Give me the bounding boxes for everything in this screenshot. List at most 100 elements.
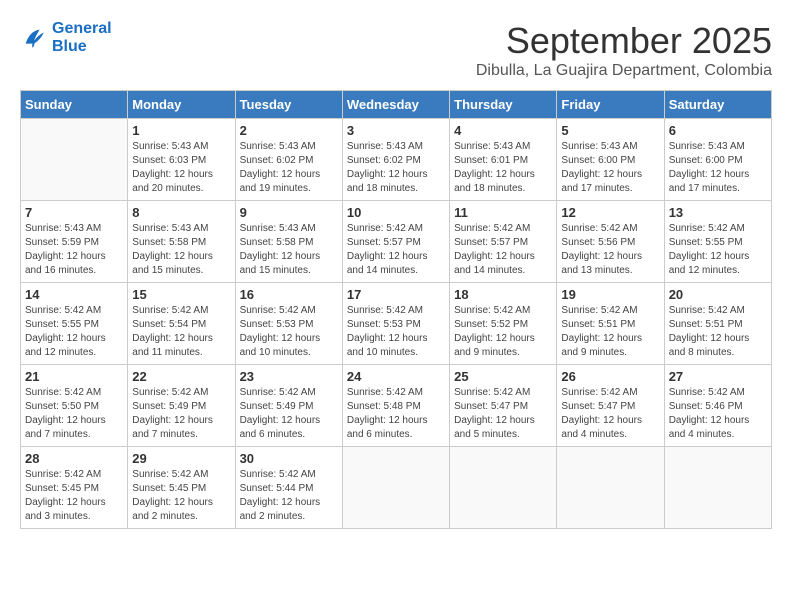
calendar-cell: 18 Sunrise: 5:42 AMSunset: 5:52 PMDayligh… (450, 283, 557, 365)
logo-text: General Blue (52, 20, 112, 56)
calendar-cell: 9Sunrise: 5:43 AMSunset: 5:58 PMDaylight… (235, 201, 342, 283)
day-info: Sunrise: 5:43 AMSunset: 6:02 PMDaylight:… (347, 140, 445, 196)
calendar-cell: 6 Sunrise: 5:43 AMSunset: 6:00 PMDaylight… (664, 119, 771, 201)
weekday-header: Monday (128, 91, 235, 119)
calendar-cell: 20Sunrise: 5:42 AMSunset: 5:51 PMDayligh… (664, 283, 771, 365)
day-number: 16 (240, 287, 338, 302)
day-info: Sunrise: 5:42 AMSunset: 5:55 PMDaylight:… (669, 222, 767, 278)
day-info: Sunrise: 5:42 AMSunset: 5:45 PMDaylight:… (132, 468, 230, 524)
calendar-cell (557, 447, 664, 529)
calendar-cell (342, 447, 449, 529)
calendar-cell: 7Sunrise: 5:43 AMSunset: 5:59 PMDaylight… (21, 201, 128, 283)
location-subtitle: Dibulla, La Guajira Department, Colombia (476, 62, 772, 80)
day-info: Sunrise: 5:42 AMSunset: 5:49 PMDaylight:… (240, 386, 338, 442)
day-number: 10 (347, 205, 445, 220)
calendar-cell: 19 Sunrise: 5:42 AMSunset: 5:51 PMDayligh… (557, 283, 664, 365)
day-info: Sunrise: 5:42 AMSunset: 5:57 PMDaylight:… (347, 222, 445, 278)
calendar-cell: 12 Sunrise: 5:42 AMSunset: 5:56 PMDayligh… (557, 201, 664, 283)
calendar-cell: 14 Sunrise: 5:42 AMSunset: 5:55 PMDayligh… (21, 283, 128, 365)
calendar-week-row: 21Sunrise: 5:42 AMSunset: 5:50 PMDayligh… (21, 365, 772, 447)
calendar-cell: 22 Sunrise: 5:42 AMSunset: 5:49 PMDayligh… (128, 365, 235, 447)
day-number: 30 (240, 451, 338, 466)
day-info: Sunrise: 5:42 AMSunset: 5:56 PMDaylight:… (561, 222, 659, 278)
day-number: 14 (25, 287, 123, 302)
day-number: 18 (454, 287, 552, 302)
calendar-cell: 5 Sunrise: 5:43 AMSunset: 6:00 PMDaylight… (557, 119, 664, 201)
day-number: 3 (347, 123, 445, 138)
day-info: Sunrise: 5:42 AMSunset: 5:51 PMDaylight:… (561, 304, 659, 360)
day-number: 29 (132, 451, 230, 466)
calendar-cell: 21Sunrise: 5:42 AMSunset: 5:50 PMDayligh… (21, 365, 128, 447)
calendar-cell: 23 Sunrise: 5:42 AMSunset: 5:49 PMDayligh… (235, 365, 342, 447)
calendar-week-row: 7Sunrise: 5:43 AMSunset: 5:59 PMDaylight… (21, 201, 772, 283)
weekday-header-row: SundayMondayTuesdayWednesdayThursdayFrid… (21, 91, 772, 119)
calendar-week-row: 28 Sunrise: 5:42 AMSunset: 5:45 PMDayligh… (21, 447, 772, 529)
day-info: Sunrise: 5:43 AMSunset: 6:00 PMDaylight:… (561, 140, 659, 196)
day-info: Sunrise: 5:42 AMSunset: 5:48 PMDaylight:… (347, 386, 445, 442)
day-info: Sunrise: 5:43 AMSunset: 6:01 PMDaylight:… (454, 140, 552, 196)
title-section: September 2025 Dibulla, La Guajira Depar… (476, 20, 772, 80)
day-info: Sunrise: 5:42 AMSunset: 5:49 PMDaylight:… (132, 386, 230, 442)
weekday-header: Wednesday (342, 91, 449, 119)
month-title: September 2025 (476, 20, 772, 62)
logo-icon (20, 24, 48, 52)
day-info: Sunrise: 5:42 AMSunset: 5:50 PMDaylight:… (25, 386, 123, 442)
header: General Blue September 2025 Dibulla, La … (20, 20, 772, 80)
day-number: 1 (132, 123, 230, 138)
calendar-cell: 10 Sunrise: 5:42 AMSunset: 5:57 PMDayligh… (342, 201, 449, 283)
calendar-cell (664, 447, 771, 529)
day-number: 19 (561, 287, 659, 302)
day-number: 6 (669, 123, 767, 138)
calendar-cell: 8 Sunrise: 5:43 AMSunset: 5:58 PMDaylight… (128, 201, 235, 283)
weekday-header: Tuesday (235, 91, 342, 119)
weekday-header: Friday (557, 91, 664, 119)
calendar-cell: 25 Sunrise: 5:42 AMSunset: 5:47 PMDayligh… (450, 365, 557, 447)
calendar-cell: 3 Sunrise: 5:43 AMSunset: 6:02 PMDaylight… (342, 119, 449, 201)
calendar-cell: 11Sunrise: 5:42 AMSunset: 5:57 PMDayligh… (450, 201, 557, 283)
day-number: 11 (454, 205, 552, 220)
day-number: 20 (669, 287, 767, 302)
day-number: 12 (561, 205, 659, 220)
weekday-header: Thursday (450, 91, 557, 119)
day-info: Sunrise: 5:43 AMSunset: 5:59 PMDaylight:… (25, 222, 123, 278)
day-number: 25 (454, 369, 552, 384)
day-info: Sunrise: 5:43 AMSunset: 5:58 PMDaylight:… (132, 222, 230, 278)
day-number: 13 (669, 205, 767, 220)
day-info: Sunrise: 5:42 AMSunset: 5:45 PMDaylight:… (25, 468, 123, 524)
day-number: 5 (561, 123, 659, 138)
calendar-cell: 1 Sunrise: 5:43 AMSunset: 6:03 PMDaylight… (128, 119, 235, 201)
calendar-cell: 15 Sunrise: 5:42 AMSunset: 5:54 PMDayligh… (128, 283, 235, 365)
day-info: Sunrise: 5:42 AMSunset: 5:47 PMDaylight:… (561, 386, 659, 442)
day-info: Sunrise: 5:42 AMSunset: 5:55 PMDaylight:… (25, 304, 123, 360)
day-number: 26 (561, 369, 659, 384)
calendar-cell (21, 119, 128, 201)
day-info: Sunrise: 5:42 AMSunset: 5:46 PMDaylight:… (669, 386, 767, 442)
day-info: Sunrise: 5:42 AMSunset: 5:53 PMDaylight:… (240, 304, 338, 360)
day-info: Sunrise: 5:42 AMSunset: 5:44 PMDaylight:… (240, 468, 338, 524)
day-number: 8 (132, 205, 230, 220)
day-info: Sunrise: 5:43 AMSunset: 6:03 PMDaylight:… (132, 140, 230, 196)
day-info: Sunrise: 5:43 AMSunset: 6:00 PMDaylight:… (669, 140, 767, 196)
day-number: 4 (454, 123, 552, 138)
day-number: 17 (347, 287, 445, 302)
calendar-week-row: 1 Sunrise: 5:43 AMSunset: 6:03 PMDaylight… (21, 119, 772, 201)
day-info: Sunrise: 5:42 AMSunset: 5:52 PMDaylight:… (454, 304, 552, 360)
calendar-cell (450, 447, 557, 529)
calendar-cell: 29 Sunrise: 5:42 AMSunset: 5:45 PMDayligh… (128, 447, 235, 529)
day-info: Sunrise: 5:42 AMSunset: 5:54 PMDaylight:… (132, 304, 230, 360)
day-number: 15 (132, 287, 230, 302)
day-info: Sunrise: 5:42 AMSunset: 5:47 PMDaylight:… (454, 386, 552, 442)
logo: General Blue (20, 20, 112, 56)
day-info: Sunrise: 5:42 AMSunset: 5:53 PMDaylight:… (347, 304, 445, 360)
day-number: 22 (132, 369, 230, 384)
day-number: 27 (669, 369, 767, 384)
calendar-week-row: 14 Sunrise: 5:42 AMSunset: 5:55 PMDayligh… (21, 283, 772, 365)
calendar-cell: 24 Sunrise: 5:42 AMSunset: 5:48 PMDayligh… (342, 365, 449, 447)
day-number: 2 (240, 123, 338, 138)
calendar-cell: 27 Sunrise: 5:42 AMSunset: 5:46 PMDayligh… (664, 365, 771, 447)
weekday-header: Sunday (21, 91, 128, 119)
calendar-cell: 13 Sunrise: 5:42 AMSunset: 5:55 PMDayligh… (664, 201, 771, 283)
day-number: 28 (25, 451, 123, 466)
day-number: 24 (347, 369, 445, 384)
day-number: 23 (240, 369, 338, 384)
